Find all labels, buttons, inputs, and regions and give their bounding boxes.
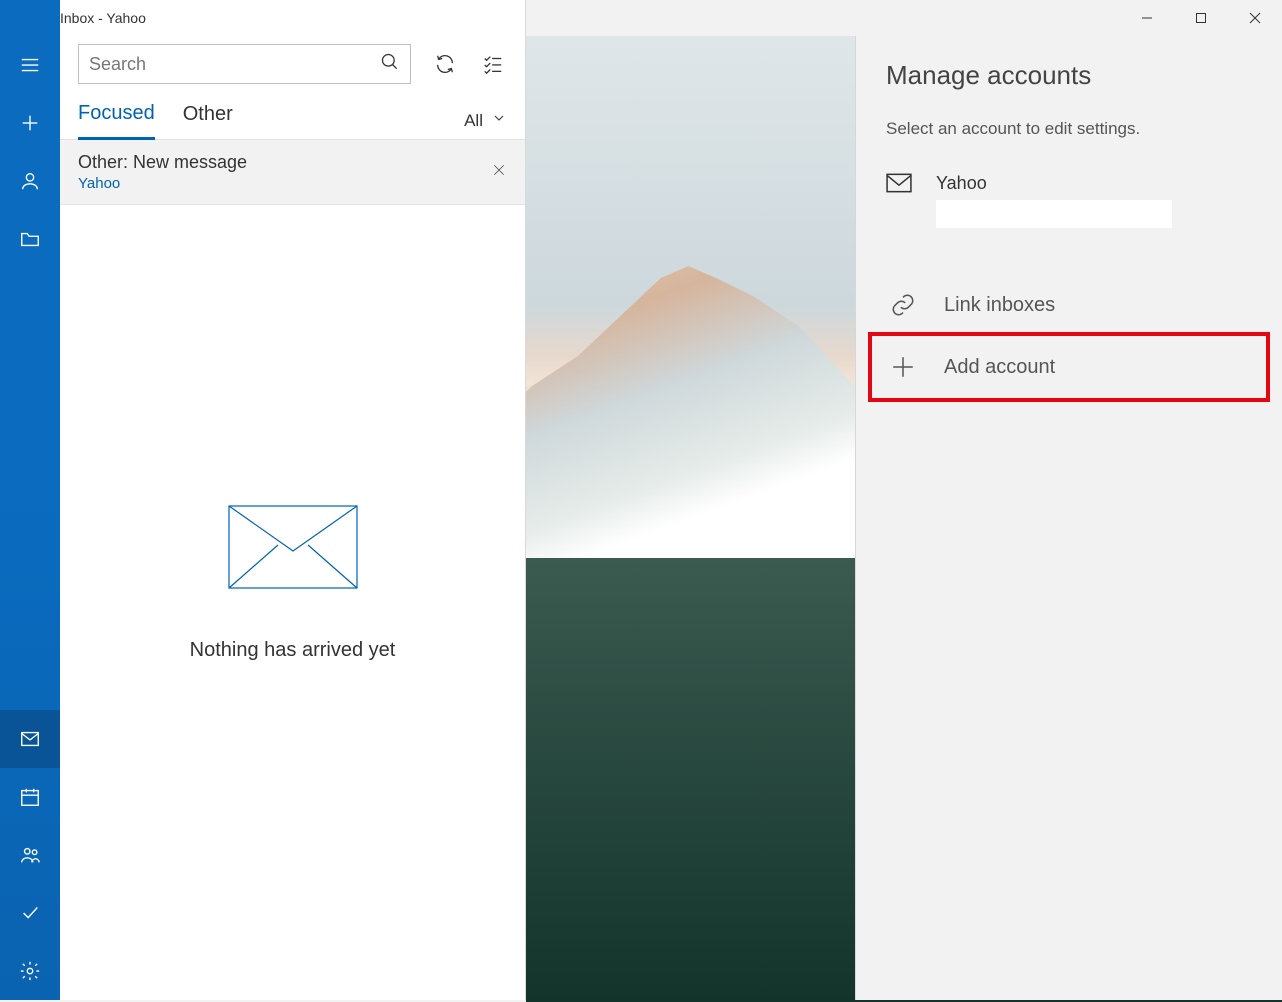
account-item-yahoo[interactable]: Yahoo (886, 167, 1252, 242)
hamburger-button[interactable] (0, 36, 60, 94)
message-list-pane: Search Focused Other All Other: New mess… (60, 0, 526, 1000)
tab-other[interactable]: Other (183, 103, 233, 138)
settings-button[interactable] (0, 942, 60, 1000)
todo-app-button[interactable] (0, 884, 60, 942)
empty-state: Nothing has arrived yet (60, 205, 525, 1000)
link-inboxes-label: Link inboxes (944, 294, 1055, 317)
link-icon (890, 292, 916, 318)
manage-accounts-panel: Manage accounts Select an account to edi… (855, 36, 1282, 1000)
add-account-label: Add account (944, 356, 1055, 379)
panel-title: Manage accounts (886, 60, 1252, 91)
link-inboxes-button[interactable]: Link inboxes (886, 274, 1252, 336)
panel-subtitle: Select an account to edit settings. (886, 119, 1252, 139)
sync-button[interactable] (431, 50, 459, 78)
dismiss-notification-button[interactable] (491, 162, 507, 183)
calendar-app-button[interactable] (0, 768, 60, 826)
search-icon (380, 52, 400, 77)
people-app-button[interactable] (0, 826, 60, 884)
selection-mode-button[interactable] (479, 50, 507, 78)
tab-focused[interactable]: Focused (78, 102, 155, 140)
account-name: Yahoo (936, 173, 1172, 194)
plus-icon (890, 354, 916, 380)
search-input[interactable]: Search (78, 44, 411, 84)
other-notification[interactable]: Other: New message Yahoo (60, 140, 525, 205)
new-mail-button[interactable] (0, 94, 60, 152)
notification-source: Yahoo (78, 175, 247, 192)
window-controls (1120, 0, 1282, 36)
search-placeholder: Search (89, 54, 146, 75)
close-button[interactable] (1228, 0, 1282, 36)
empty-message: Nothing has arrived yet (190, 639, 396, 662)
maximize-button[interactable] (1174, 0, 1228, 36)
window-title: Inbox - Yahoo (60, 0, 146, 36)
account-email-redacted (936, 200, 1172, 228)
notification-title: Other: New message (78, 152, 247, 173)
folders-button[interactable] (0, 210, 60, 268)
mail-icon (886, 173, 912, 198)
minimize-button[interactable] (1120, 0, 1174, 36)
filter-label: All (464, 111, 483, 131)
envelope-icon (228, 505, 358, 589)
filter-dropdown[interactable]: All (464, 110, 507, 131)
chevron-down-icon (491, 110, 507, 131)
mail-app-button[interactable] (0, 710, 60, 768)
nav-rail (0, 0, 60, 1000)
add-account-button[interactable]: Add account (868, 332, 1270, 402)
accounts-button[interactable] (0, 152, 60, 210)
